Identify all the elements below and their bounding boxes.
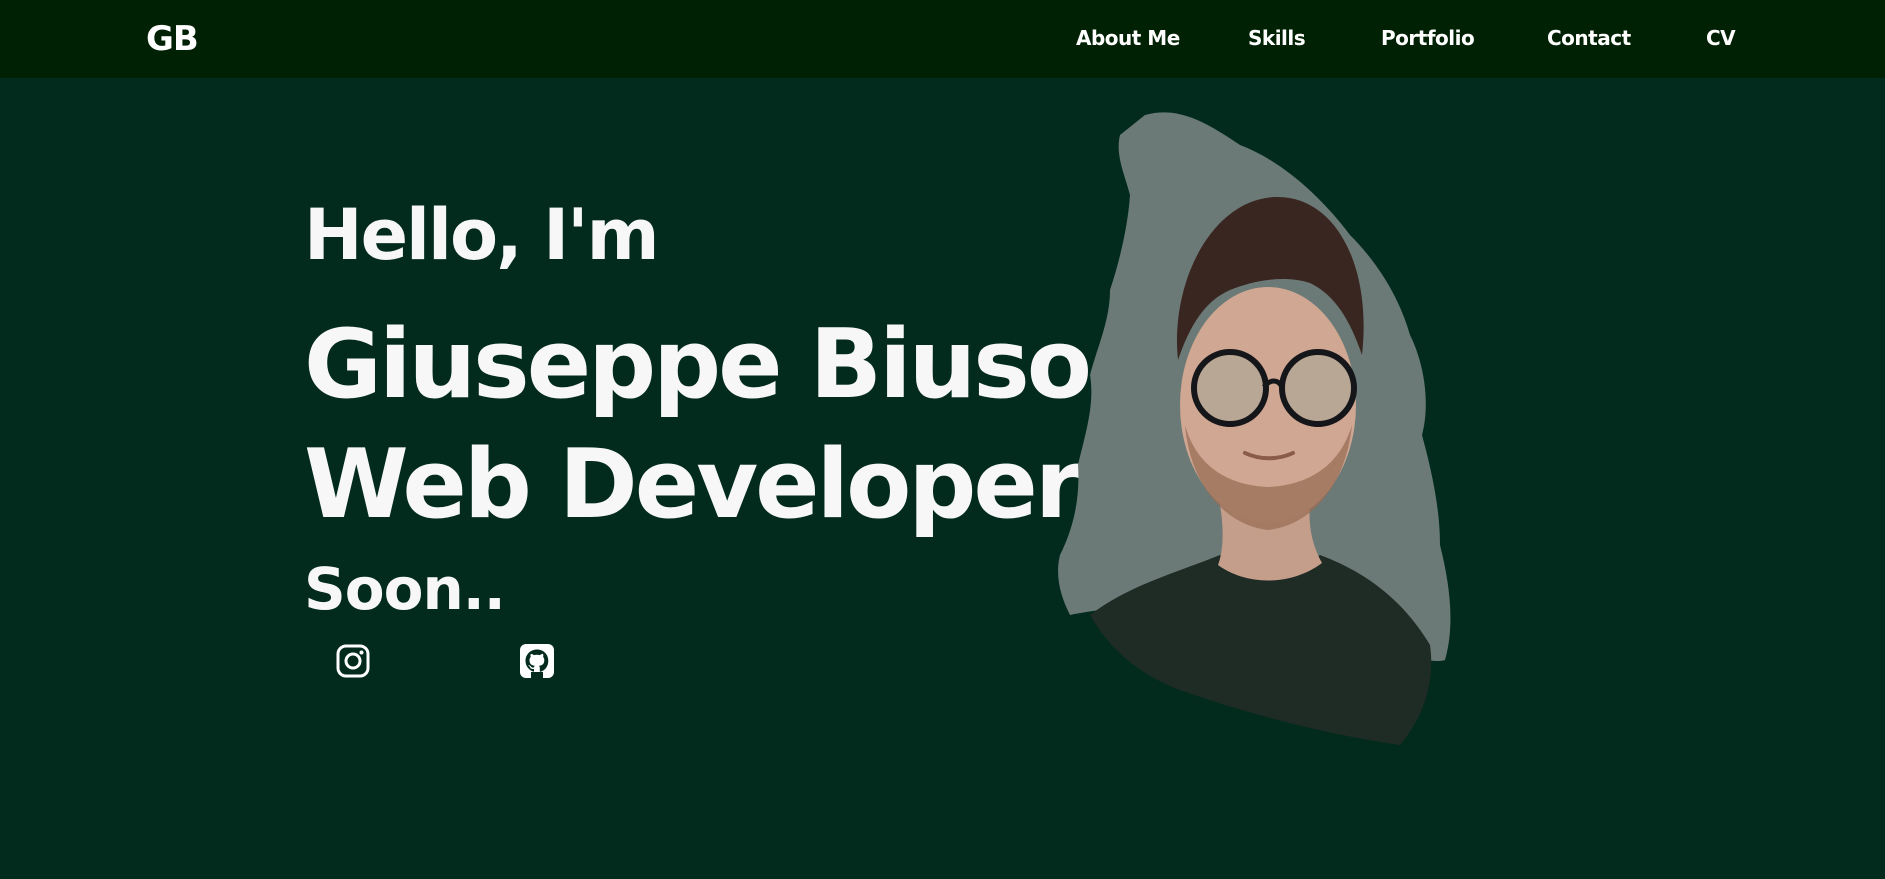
nav-skills-link[interactable]: Skills <box>1248 26 1306 50</box>
nav-cv-link[interactable]: CV <box>1706 26 1736 50</box>
hero-greeting: Hello, I'm <box>304 194 660 276</box>
github-link[interactable] <box>519 643 555 679</box>
profile-photo <box>1058 112 1451 745</box>
hero-name: Giuseppe Biuso <box>304 310 1092 420</box>
hero-status: Soon.. <box>304 555 506 623</box>
nav-contact-link[interactable]: Contact <box>1547 26 1631 50</box>
instagram-icon <box>336 644 370 678</box>
navbar: GB About Me Skills Portfolio Contact CV <box>0 0 1885 78</box>
hero-role: Web Developer <box>304 430 1082 540</box>
right-lens <box>1279 349 1357 427</box>
github-icon <box>520 644 554 678</box>
instagram-link[interactable] <box>335 643 371 679</box>
nav-about-me-link[interactable]: About Me <box>1076 26 1180 50</box>
main-nav: About Me Skills Portfolio Contact CV <box>0 26 1885 56</box>
left-lens <box>1191 349 1269 427</box>
nav-portfolio-link[interactable]: Portfolio <box>1381 26 1475 50</box>
